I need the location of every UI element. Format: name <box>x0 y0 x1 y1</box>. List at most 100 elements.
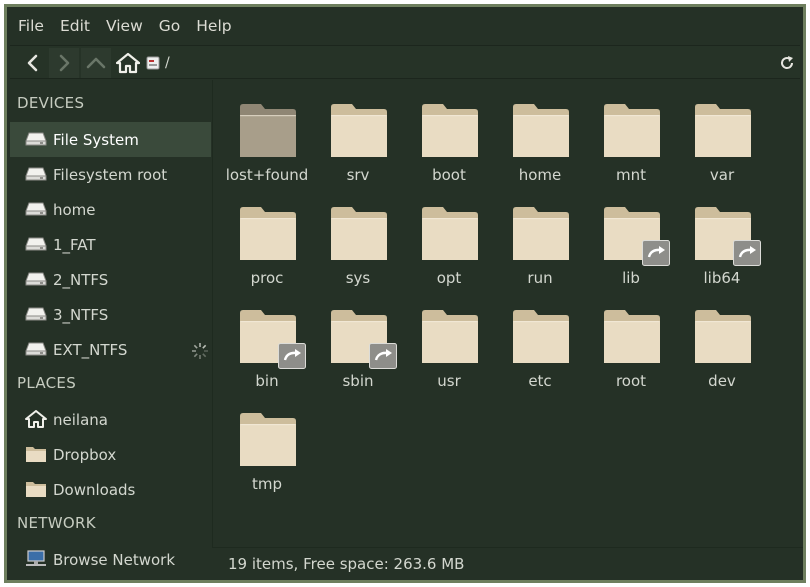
file-name: dev <box>708 372 736 390</box>
drive-icon <box>25 307 47 321</box>
sidebar-item-neilana[interactable]: neilana <box>10 402 211 437</box>
folder-icon <box>513 310 569 363</box>
sidebar-item-filesystem-root[interactable]: Filesystem root <box>10 157 211 192</box>
symlink-arrow-icon <box>642 240 670 266</box>
back-button[interactable] <box>18 48 48 78</box>
file-item[interactable]: mnt <box>586 93 676 193</box>
folder-icon <box>422 207 478 260</box>
file-item[interactable]: lib64 <box>677 196 767 296</box>
menu-edit[interactable]: Edit <box>60 17 90 35</box>
file-item[interactable]: opt <box>404 196 494 296</box>
file-item[interactable]: srv <box>313 93 403 193</box>
sidebar-item-3-ntfs[interactable]: 3_NTFS <box>10 297 211 332</box>
menu-file[interactable]: File <box>18 17 44 35</box>
status-bar: 19 items, Free space: 263.6 MB <box>212 547 803 580</box>
sidebar-item-label: Dropbox <box>53 445 117 464</box>
loading-spinner-icon <box>192 343 208 359</box>
folder-icon <box>240 413 296 466</box>
chevron-right-icon <box>59 54 70 72</box>
drive-icon <box>146 56 160 70</box>
file-item[interactable]: lost+found <box>222 93 312 193</box>
sidebar-item-2-ntfs[interactable]: 2_NTFS <box>10 262 211 297</box>
devices-header: DEVICES <box>17 94 85 112</box>
drive-icon <box>25 272 47 286</box>
sidebar-item-label: Downloads <box>53 480 136 499</box>
reload-button[interactable] <box>777 53 797 73</box>
menu-help[interactable]: Help <box>196 17 231 35</box>
folder-icon <box>695 104 751 157</box>
symlink-arrow-icon <box>369 343 397 369</box>
drive-icon <box>25 202 47 216</box>
symlink-arrow-icon <box>278 343 306 369</box>
places-header: PLACES <box>17 374 77 392</box>
forward-button[interactable] <box>49 48 79 78</box>
sidebar-item-ext-ntfs[interactable]: EXT_NTFS <box>10 332 211 367</box>
file-item[interactable]: sbin <box>313 299 403 399</box>
file-item[interactable]: etc <box>495 299 585 399</box>
menu-bar: File Edit View Go Help <box>7 7 803 45</box>
sidebar-item-browse-network[interactable]: Browse Network <box>10 542 211 577</box>
file-item[interactable]: proc <box>222 196 312 296</box>
folder-icon <box>604 104 660 157</box>
chevron-up-icon <box>86 57 106 69</box>
file-name: tmp <box>251 475 282 493</box>
menu-go[interactable]: Go <box>159 17 181 35</box>
file-item[interactable]: dev <box>677 299 767 399</box>
folder-icon <box>513 207 569 260</box>
sidebar-item-dropbox[interactable]: Dropbox <box>10 437 211 472</box>
folder-icon <box>422 104 478 157</box>
drive-icon <box>25 342 47 356</box>
folder-icon <box>331 104 387 157</box>
sidebar-item-label: EXT_NTFS <box>53 340 128 359</box>
status-text: 19 items, Free space: 263.6 MB <box>228 555 465 573</box>
sidebar-item-downloads[interactable]: Downloads <box>10 472 211 507</box>
file-item[interactable]: tmp <box>222 402 312 502</box>
chevron-left-icon <box>27 54 38 72</box>
path-bar-root[interactable]: / <box>146 53 170 73</box>
home-button[interactable] <box>113 48 143 78</box>
menu-view[interactable]: View <box>106 17 143 35</box>
network-header: NETWORK <box>17 514 96 532</box>
sidebar-item-home[interactable]: home <box>10 192 211 227</box>
sidebar-item-label: File System <box>53 130 139 149</box>
file-item[interactable]: boot <box>404 93 494 193</box>
file-view[interactable]: lost+found srv boot home mnt var proc sy… <box>212 80 803 547</box>
file-item[interactable]: run <box>495 196 585 296</box>
file-item[interactable]: lib <box>586 196 676 296</box>
home-icon <box>25 410 47 428</box>
sidebar-item-label: home <box>53 200 96 219</box>
network-icon <box>26 550 46 566</box>
folder-icon <box>240 207 296 260</box>
sidebar-item-label: 3_NTFS <box>53 305 109 324</box>
sidebar-item-label: neilana <box>53 410 108 429</box>
file-item[interactable]: var <box>677 93 767 193</box>
toolbar: / <box>10 45 800 79</box>
folder-icon <box>422 310 478 363</box>
up-button[interactable] <box>81 48 111 78</box>
symlink-arrow-icon <box>733 240 761 266</box>
folder-icon <box>331 207 387 260</box>
sidebar-item-label: Filesystem root <box>53 165 168 184</box>
drive-icon <box>25 237 47 251</box>
folder-icon <box>513 104 569 157</box>
sidebar: DEVICES File System Filesystem root home… <box>7 80 211 580</box>
file-item[interactable]: home <box>495 93 585 193</box>
file-item[interactable]: bin <box>222 299 312 399</box>
sidebar-item-label: Browse Network <box>53 550 176 569</box>
file-item[interactable]: root <box>586 299 676 399</box>
folder-icon <box>26 447 46 462</box>
folder-icon <box>695 310 751 363</box>
sidebar-item-file-system[interactable]: File System <box>10 122 211 157</box>
file-name: lib64 <box>703 269 741 287</box>
file-manager-window: File Edit View Go Help / DEVICES File Sy… <box>4 4 806 583</box>
file-name: var <box>709 166 735 184</box>
file-item[interactable]: usr <box>404 299 494 399</box>
folder-icon <box>26 482 46 497</box>
sidebar-item-label: 1_FAT <box>53 235 96 254</box>
locked-folder-icon <box>240 104 296 157</box>
folder-icon <box>604 310 660 363</box>
reload-icon <box>781 56 794 69</box>
drive-icon <box>25 132 47 146</box>
file-item[interactable]: sys <box>313 196 403 296</box>
sidebar-item-1-fat[interactable]: 1_FAT <box>10 227 211 262</box>
